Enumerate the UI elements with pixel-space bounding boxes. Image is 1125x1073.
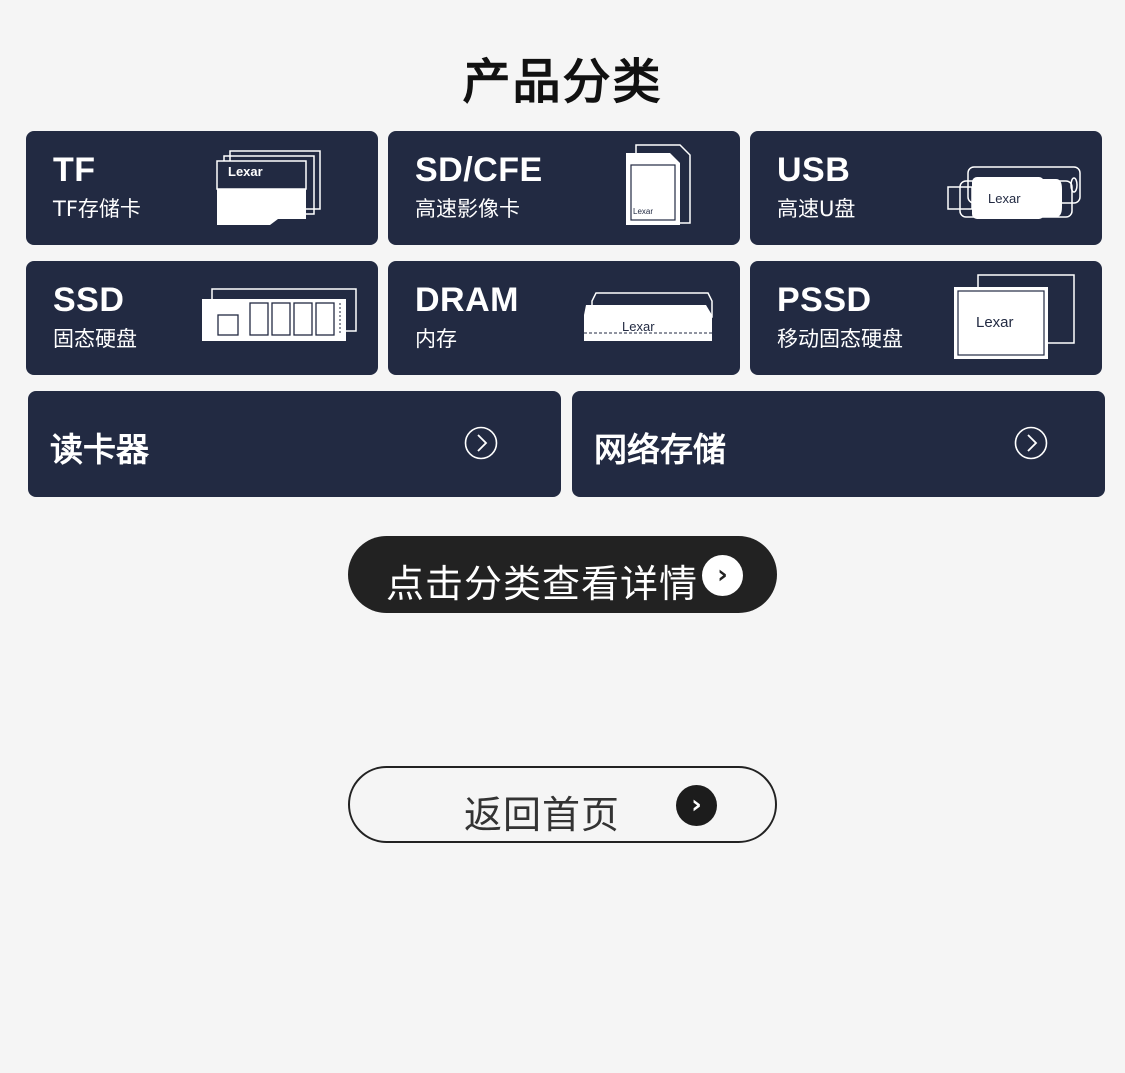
category-title: USB	[777, 151, 851, 189]
category-card-ssd[interactable]: SSD 固态硬盘	[26, 261, 378, 375]
usb-logo-text: Lexar	[988, 191, 1021, 206]
category-title: 网络存储	[594, 430, 726, 469]
chevron-right-icon: ›	[702, 555, 743, 596]
category-title: SD/CFE	[415, 151, 543, 189]
category-title: PSSD	[777, 281, 872, 319]
back-home-label: 返回首页	[464, 793, 621, 837]
category-title: 读卡器	[50, 430, 149, 469]
category-card-nas[interactable]: 网络存储	[572, 391, 1105, 497]
ssd-icon	[202, 288, 357, 341]
tf-logo-text: Lexar	[228, 164, 263, 179]
category-subtitle: 高速影像卡	[415, 197, 520, 221]
page-title: 产品分类	[462, 54, 663, 110]
category-card-usb[interactable]: USB 高速U盘 Lexar	[750, 131, 1102, 245]
category-subtitle: TF存储卡	[53, 197, 141, 221]
category-subtitle: 内存	[415, 327, 457, 351]
category-card-dram[interactable]: DRAM 内存 Lexar	[388, 261, 740, 375]
chevron-right-icon: ›	[676, 785, 717, 826]
pssd-logo-text: Lexar	[976, 314, 1014, 331]
category-card-sd-cfe[interactable]: SD/CFE 高速影像卡 Lexar	[388, 131, 740, 245]
dram-logo-text: Lexar	[622, 319, 655, 334]
tf-card-icon: Lexar	[216, 150, 321, 225]
chevron-right-circle-icon	[464, 426, 498, 460]
category-subtitle: 高速U盘	[777, 197, 856, 221]
dram-module-icon: Lexar	[584, 292, 713, 341]
chevron-right-circle-icon	[1014, 426, 1048, 460]
category-card-pssd[interactable]: PSSD 移动固态硬盘 Lexar	[750, 261, 1102, 375]
category-card-tf[interactable]: TF TF存储卡 Lexar	[26, 131, 378, 245]
view-details-label: 点击分类查看详情	[386, 562, 699, 606]
pssd-icon: Lexar	[954, 274, 1075, 359]
category-subtitle: 固态硬盘	[53, 327, 137, 351]
view-details-button[interactable]: 点击分类查看详情 ›	[348, 536, 777, 613]
back-home-button[interactable]: 返回首页 ›	[348, 766, 777, 843]
category-card-card-reader[interactable]: 读卡器	[28, 391, 561, 497]
category-title: DRAM	[415, 281, 519, 319]
usb-drive-icon: Lexar	[947, 166, 1081, 219]
category-title: SSD	[53, 281, 125, 319]
category-subtitle: 移动固态硬盘	[777, 327, 903, 351]
category-title: TF	[53, 151, 96, 189]
sd-logo-text: Lexar	[633, 207, 653, 216]
sd-card-icon: Lexar	[626, 144, 691, 225]
